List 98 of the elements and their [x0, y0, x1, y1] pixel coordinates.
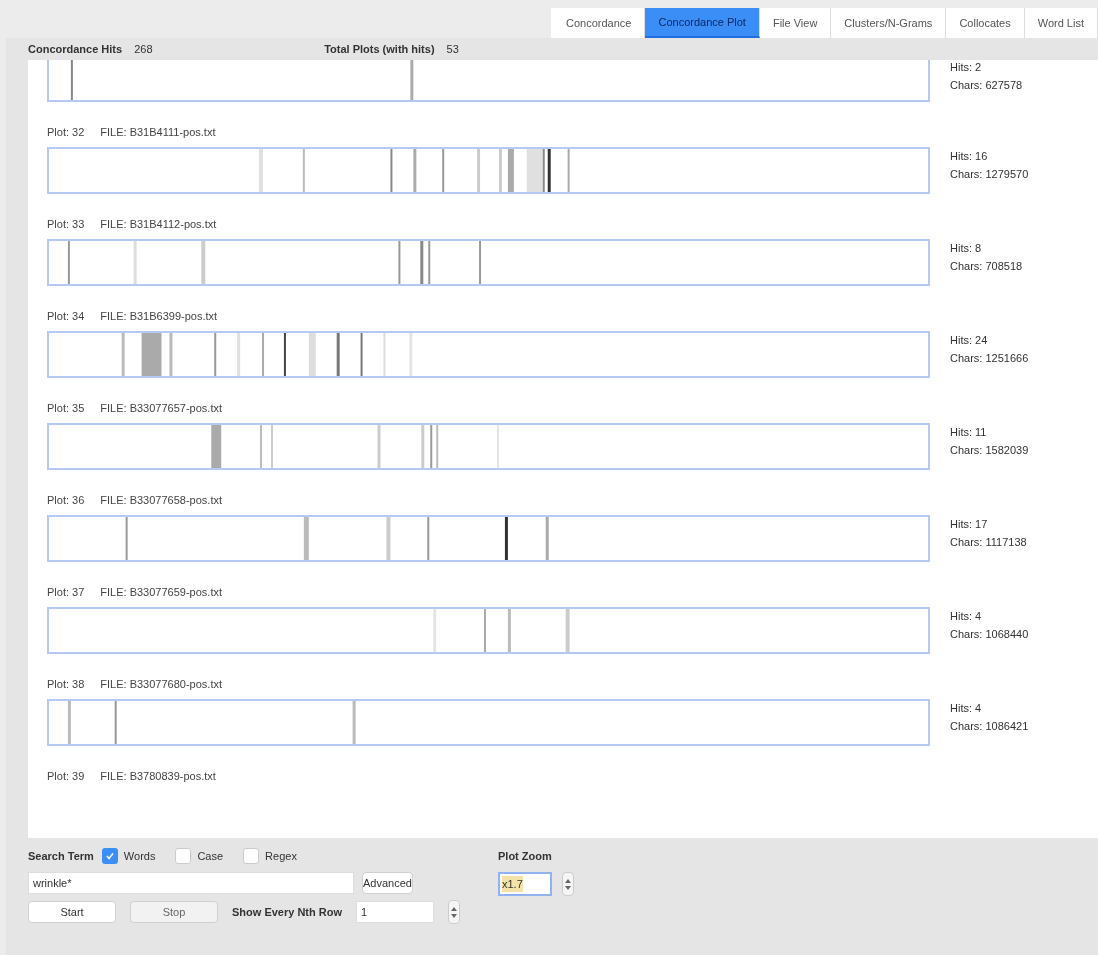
hit-line — [498, 149, 502, 192]
hits-count: Hits: 11 — [950, 425, 988, 440]
hit-line — [377, 425, 381, 468]
hit-line — [214, 333, 217, 376]
nth-row-field[interactable]: 1 — [356, 901, 435, 923]
hit-line — [336, 333, 340, 376]
hits-count: Hits: 16 — [950, 149, 989, 164]
hit-line — [420, 241, 424, 284]
plot-number: Plot: 34 — [47, 309, 85, 324]
plot-number: Plot: 32 — [47, 125, 85, 140]
hit-line — [271, 425, 273, 468]
plots-value: 53 — [446, 41, 459, 57]
checkbox[interactable] — [101, 848, 118, 864]
plot-number: Plot: 33 — [47, 217, 85, 232]
hit-line — [67, 701, 71, 744]
up-arrow-icon[interactable] — [451, 906, 458, 911]
hits-count: Hits: 17 — [950, 517, 989, 532]
file-name: FILE: B31B6399-pos.txt — [100, 309, 218, 324]
chars-count: Chars: 708518 — [950, 259, 1023, 274]
hit-line — [133, 241, 137, 284]
option-label: Words — [123, 848, 156, 864]
chars-count: Chars: 1068440 — [950, 627, 1029, 642]
hits-label: Concordance Hits — [28, 41, 123, 57]
hit-line — [421, 425, 425, 468]
hit-line — [360, 333, 363, 376]
hit-line — [484, 609, 486, 652]
plot-number: Plot: 36 — [47, 493, 85, 508]
hit-line — [114, 701, 117, 744]
hit-line — [545, 517, 549, 560]
chars-count: Chars: 1251666 — [950, 351, 1029, 366]
search-term-field[interactable]: wrinkle* — [28, 872, 354, 894]
hit-line — [262, 333, 264, 376]
plot-number: Plot: 37 — [47, 585, 85, 600]
tab[interactable]: Concordance Plot — [645, 8, 760, 38]
file-name: FILE: B33077680-pos.txt — [100, 677, 222, 692]
hit-line — [390, 149, 393, 192]
plot-number: Plot: 39 — [47, 769, 85, 784]
file-name: FILE: B33077657-pos.txt — [100, 401, 222, 416]
hit-line — [479, 241, 482, 284]
hit-line — [125, 517, 128, 560]
start-button[interactable]: Start — [28, 901, 116, 923]
hit-line — [507, 609, 511, 652]
spinner-control[interactable] — [448, 900, 461, 924]
checkmark-icon — [104, 851, 115, 861]
checkbox[interactable] — [243, 848, 260, 864]
checkbox[interactable] — [175, 848, 192, 864]
down-arrow-icon[interactable] — [451, 913, 458, 918]
file-name: FILE: B33077658-pos.txt — [100, 493, 222, 508]
file-name: FILE: B3780839-pos.txt — [100, 769, 216, 784]
hit-line — [260, 425, 263, 468]
hit-line — [567, 149, 570, 192]
stop-button[interactable]: Stop — [130, 901, 218, 923]
plots-label: Total Plots (with hits) — [324, 41, 435, 57]
hit-line — [383, 333, 386, 376]
chars-count: Chars: 1117138 — [950, 535, 1027, 550]
hits-count: Hits: 4 — [950, 701, 983, 716]
chars-count: Chars: 1582039 — [950, 443, 1029, 458]
hit-line — [442, 149, 445, 192]
plot-number: Plot: 38 — [47, 677, 85, 692]
hit-line — [547, 149, 551, 192]
plot-zoom-label: Plot Zoom — [498, 849, 553, 864]
hit-line — [413, 149, 417, 192]
nth-row-label: Show Every Nth Row — [232, 904, 343, 920]
spinner-control[interactable] — [562, 872, 574, 896]
hits-value: 268 — [134, 41, 154, 57]
hit-line — [398, 241, 401, 284]
hit-line — [436, 425, 439, 468]
option-label: Regex — [265, 848, 297, 864]
hit-line — [169, 333, 173, 376]
up-arrow-icon[interactable] — [565, 878, 571, 883]
hit-line — [67, 241, 70, 284]
hit-line — [121, 333, 125, 376]
hit-line — [352, 701, 356, 744]
file-name: FILE: B31B4111-pos.txt — [100, 125, 216, 140]
hit-line — [283, 333, 286, 376]
hit-line — [477, 149, 481, 192]
hits-count: Hits: 4 — [950, 609, 983, 624]
chars-count: Chars: 1086421 — [950, 719, 1029, 734]
chars-count: Chars: 1279570 — [950, 167, 1029, 182]
hit-line — [410, 60, 414, 100]
chars-count: Chars: 627578 — [950, 78, 1023, 93]
hits-count: Hits: 2 — [950, 60, 983, 75]
hit-line — [70, 60, 73, 100]
file-name: FILE: B31B4112-pos.txt — [100, 217, 217, 232]
search-term-label: Search Term — [28, 848, 94, 864]
hit-line — [427, 517, 430, 560]
advanced-button[interactable]: Advanced — [362, 872, 413, 894]
hits-count: Hits: 8 — [950, 241, 983, 256]
plot-zoom-field[interactable]: x1.7 — [498, 872, 552, 896]
hit-line — [428, 241, 431, 284]
plot-number: Plot: 35 — [47, 401, 85, 416]
hit-line — [504, 517, 508, 560]
file-name: FILE: B33077659-pos.txt — [100, 585, 222, 600]
hits-count: Hits: 24 — [950, 333, 989, 348]
down-arrow-icon[interactable] — [565, 885, 571, 890]
hit-line — [302, 149, 305, 192]
hit-line — [430, 425, 433, 468]
option-label: Case — [197, 848, 224, 864]
